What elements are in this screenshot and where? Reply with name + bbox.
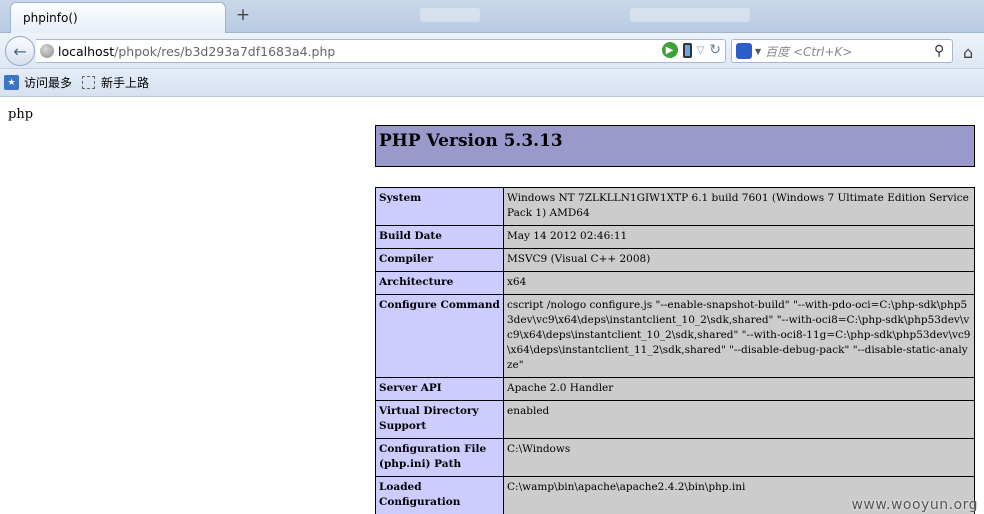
url-path: /phpok/res/b3d293a7df1683a4.php xyxy=(114,43,336,59)
address-bar[interactable]: localhost/phpok/res/b3d293a7df1683a4.php… xyxy=(36,39,726,63)
row-key: Configure Command xyxy=(375,294,504,378)
page-title: PHP Version 5.3.13 xyxy=(379,131,563,151)
back-button[interactable]: ← xyxy=(5,36,35,66)
reload-icon[interactable]: ↻ xyxy=(709,42,721,58)
table-row: System Windows NT 7ZLKLLN1GIW1XTP 6.1 bu… xyxy=(375,187,975,226)
row-key: Virtual Directory Support xyxy=(375,400,504,439)
row-value: C:\Windows xyxy=(503,438,975,477)
bookmark-page-icon xyxy=(82,76,96,89)
search-input[interactable]: 百度 <Ctrl+K> xyxy=(765,43,934,60)
home-icon[interactable]: ⌂ xyxy=(963,43,973,62)
go-icon[interactable]: ▶ xyxy=(661,42,678,58)
table-row: Server API Apache 2.0 Handler xyxy=(375,377,975,401)
row-key: Loaded Configuration xyxy=(375,476,504,514)
navigation-toolbar: ← localhost/phpok/res/b3d293a7df1683a4.p… xyxy=(0,33,984,69)
background-tab-ghost xyxy=(420,8,480,22)
row-value: x64 xyxy=(503,271,975,295)
table-row: Configuration File (php.ini) Path C:\Win… xyxy=(375,438,975,477)
row-value: Windows NT 7ZLKLLN1GIW1XTP 6.1 build 760… xyxy=(503,187,975,226)
row-key: Build Date xyxy=(375,225,504,249)
row-value: cscript /nologo configure.js "--enable-s… xyxy=(503,294,975,378)
chevron-down-icon[interactable]: ▼ xyxy=(755,47,761,56)
php-version-header: PHP Version 5.3.13 xyxy=(375,125,975,167)
url-host: localhost xyxy=(58,43,115,59)
table-row: Build Date May 14 2012 02:46:11 xyxy=(375,225,975,249)
bookmark-getting-started[interactable]: 新手上路 xyxy=(82,74,149,91)
tab-title: phpinfo() xyxy=(23,11,78,25)
row-key: Architecture xyxy=(375,271,504,295)
table-row: Virtual Directory Support enabled xyxy=(375,400,975,439)
dropdown-icon[interactable]: ▽ xyxy=(697,45,705,56)
row-key: Compiler xyxy=(375,248,504,272)
baidu-icon[interactable]: 🐾 xyxy=(736,43,752,59)
row-value: enabled xyxy=(503,400,975,439)
row-value: May 14 2012 02:46:11 xyxy=(503,225,975,249)
watermark-text: www.wooyun.org xyxy=(851,497,978,513)
back-arrow-icon: ← xyxy=(13,41,27,61)
table-row: Configure Command cscript /nologo config… xyxy=(375,294,975,378)
row-key: Configuration File (php.ini) Path xyxy=(375,438,504,477)
bookmarks-toolbar: ★ 访问最多 新手上路 xyxy=(0,69,984,97)
new-tab-button[interactable]: + xyxy=(232,4,254,26)
bookmark-folder-icon: ★ xyxy=(4,75,19,90)
search-bar[interactable]: 🐾 ▼ 百度 <Ctrl+K> ⚲ xyxy=(731,39,953,63)
table-row: Architecture x64 xyxy=(375,271,975,295)
row-value: MSVC9 (Visual C++ 2008) xyxy=(503,248,975,272)
intro-text: php xyxy=(8,107,34,122)
tab-strip: phpinfo() + xyxy=(0,0,984,33)
bookmark-most-visited[interactable]: ★ 访问最多 xyxy=(4,74,72,91)
row-value: Apache 2.0 Handler xyxy=(503,377,975,401)
page-content: php PHP Version 5.3.13 System Windows NT… xyxy=(0,98,984,514)
table-row: Compiler MSVC9 (Visual C++ 2008) xyxy=(375,248,975,272)
search-icon[interactable]: ⚲ xyxy=(934,43,952,59)
row-key: Server API xyxy=(375,377,504,401)
bookmark-label: 新手上路 xyxy=(101,76,150,90)
globe-icon xyxy=(40,44,54,58)
tab-phpinfo[interactable]: phpinfo() xyxy=(10,2,226,33)
phone-icon[interactable] xyxy=(682,42,692,58)
background-tab-ghost xyxy=(630,8,750,22)
phpinfo-table: System Windows NT 7ZLKLLN1GIW1XTP 6.1 bu… xyxy=(375,187,975,514)
row-key: System xyxy=(375,187,504,226)
bookmark-label: 访问最多 xyxy=(24,76,73,90)
